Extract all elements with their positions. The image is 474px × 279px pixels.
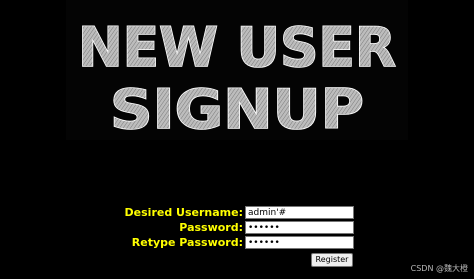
retype-password-label: Retype Password: [131,236,243,249]
signup-page: NEW USER SIGNUP Desired Username: Passwo… [0,0,474,279]
retype-password-row: Retype Password: [0,235,474,250]
password-label: Password: [179,221,243,234]
banner-line-signup: SIGNUP [110,78,364,140]
banner-line-new-user: NEW USER [78,16,396,79]
banner-graphic: NEW USER SIGNUP [77,15,397,140]
username-label: Desired Username: [124,206,243,219]
password-input[interactable] [245,221,354,234]
register-button[interactable]: Register [311,253,353,267]
password-row: Password: [0,220,474,235]
csdn-watermark: CSDN @魏大橙 [410,264,468,273]
username-input[interactable] [245,206,354,219]
username-row: Desired Username: [0,205,474,220]
signup-banner: NEW USER SIGNUP [66,0,408,140]
retype-password-input[interactable] [245,236,354,249]
